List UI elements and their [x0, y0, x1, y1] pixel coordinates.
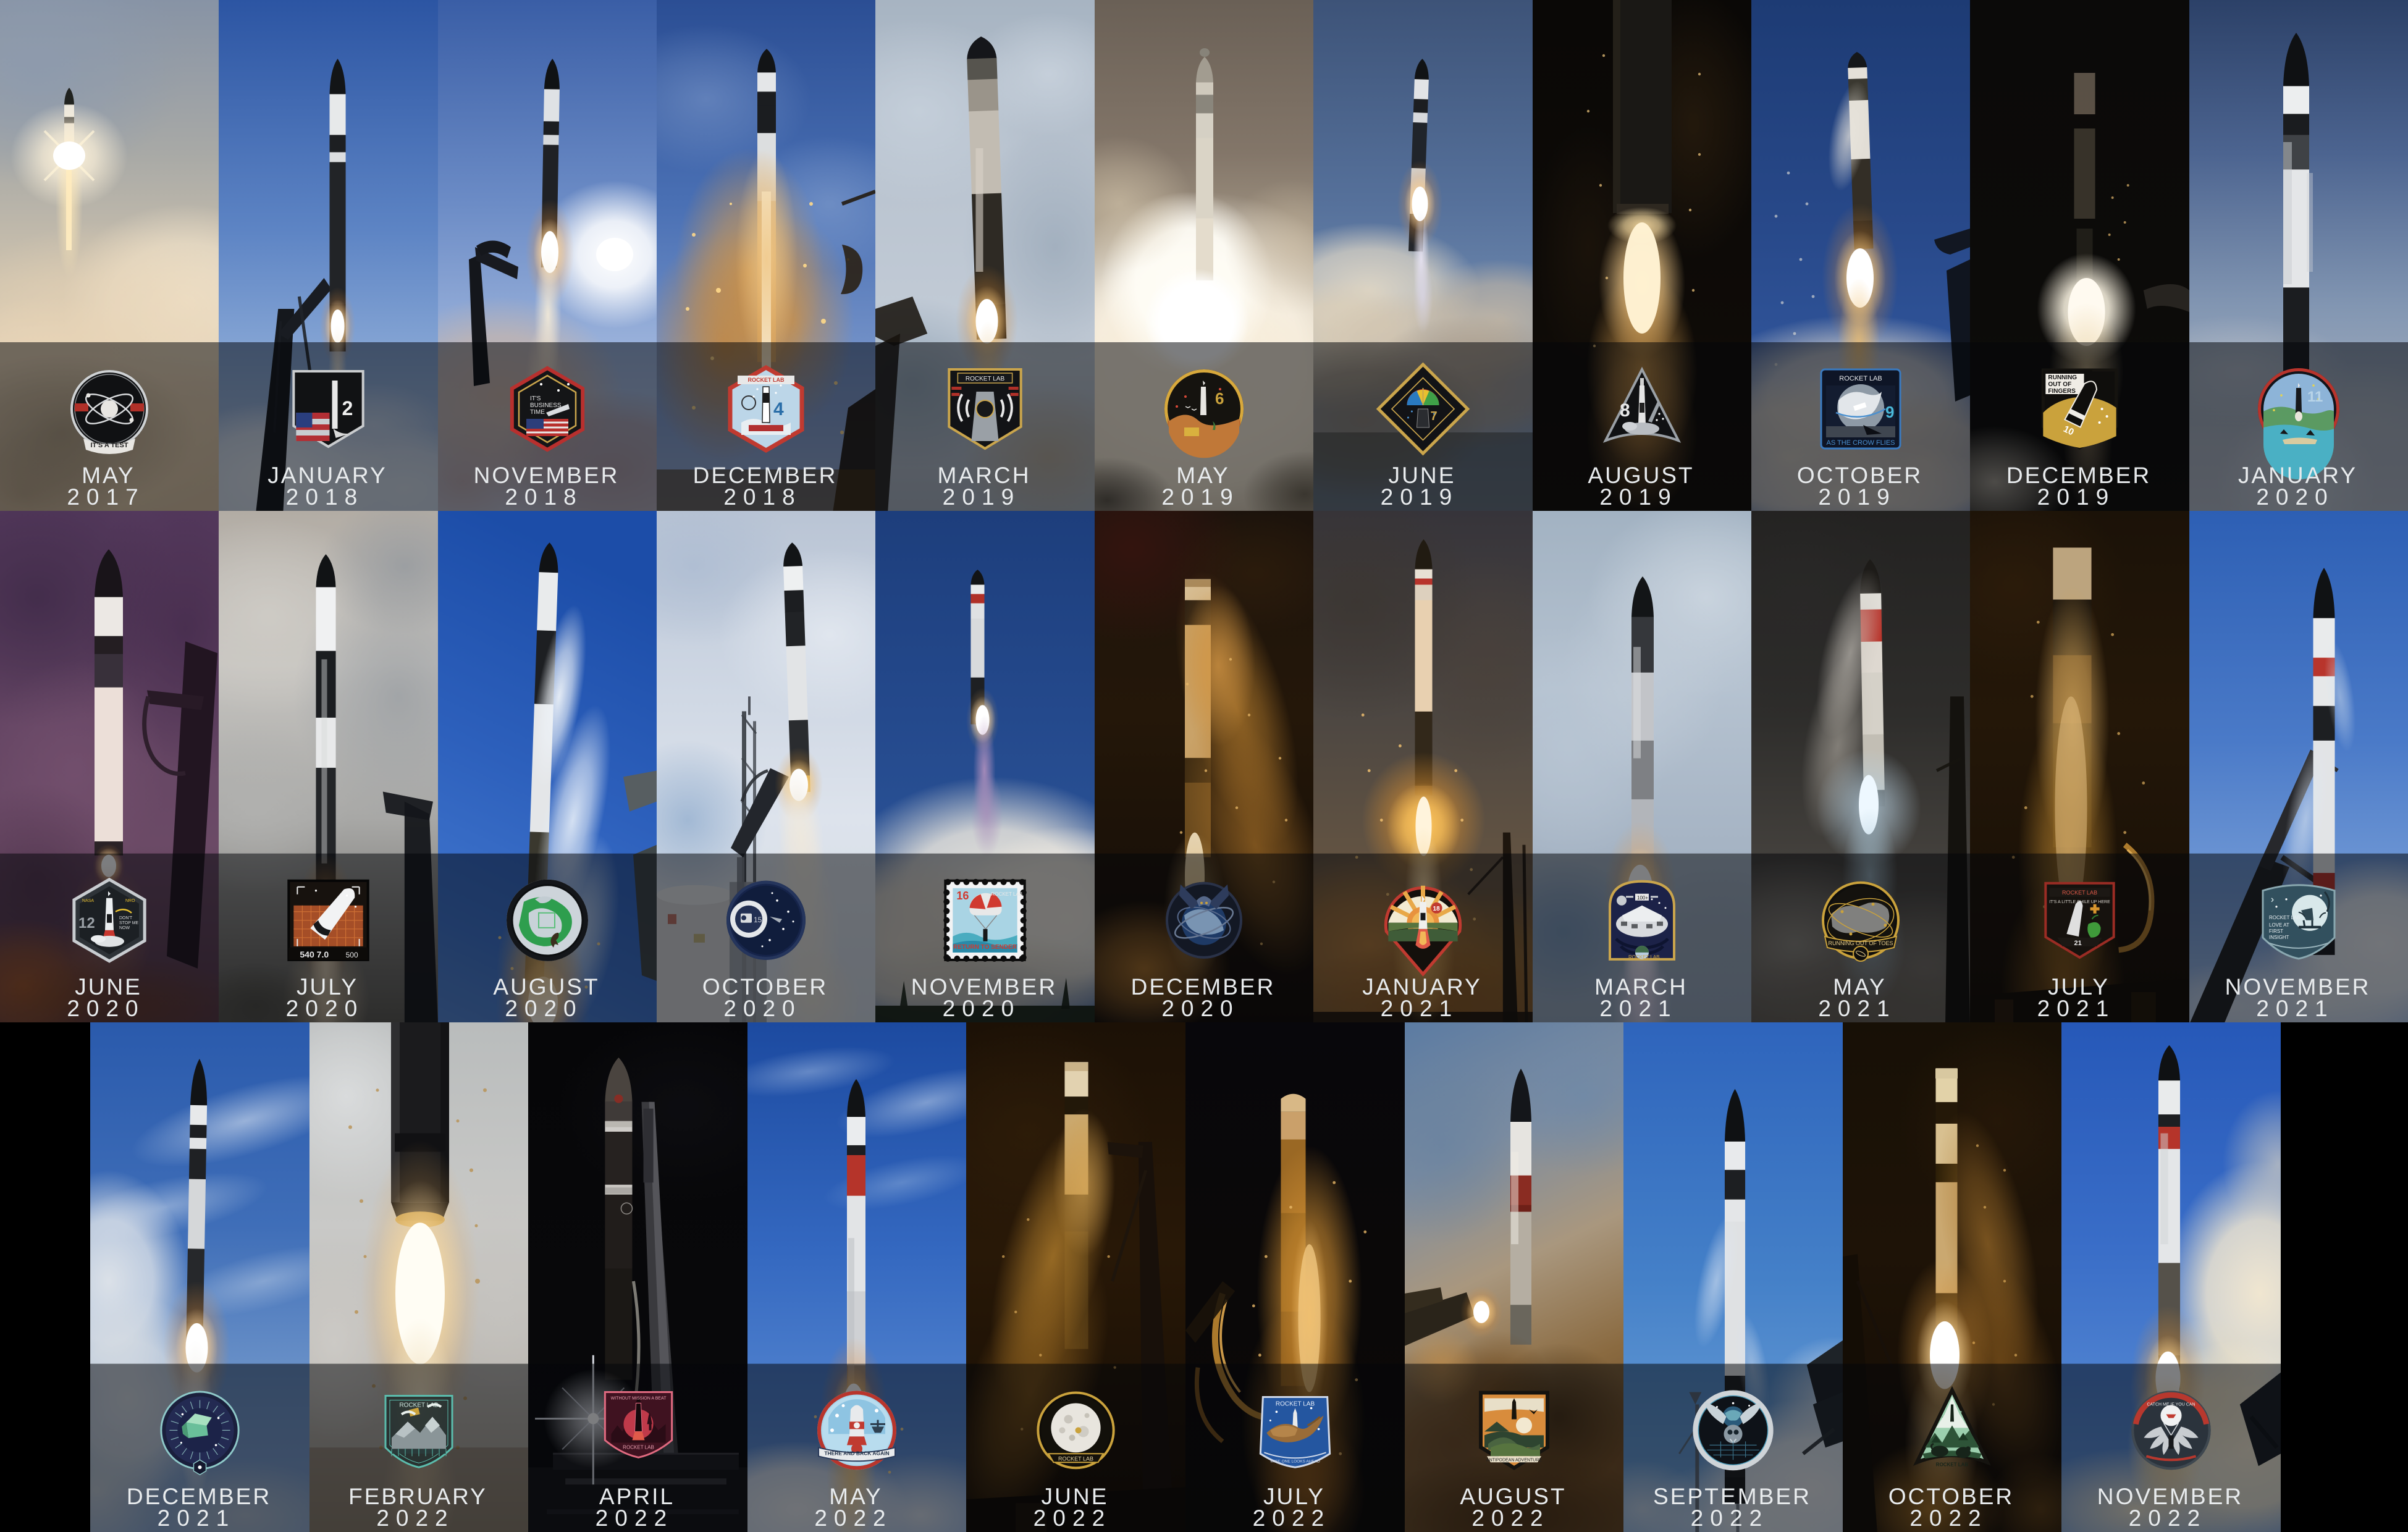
svg-text:2021: 2021 [1381, 995, 1459, 1021]
svg-text:ROCKET LAB: ROCKET LAB [2062, 890, 2097, 896]
svg-text:16: 16 [956, 890, 969, 902]
svg-text:STOP ME: STOP ME [119, 921, 139, 925]
svg-text:ROCKET LAB: ROCKET LAB [1936, 1462, 1969, 1467]
svg-text:TIME: TIME [530, 409, 545, 416]
svg-text:2019: 2019 [1818, 484, 1896, 510]
svg-text:18: 18 [1433, 906, 1441, 912]
svg-text:THERE AND BACK AGAIN: THERE AND BACK AGAIN [824, 1450, 889, 1456]
svg-text:2020: 2020 [943, 995, 1021, 1021]
svg-text:BUSINESS: BUSINESS [530, 402, 562, 409]
svg-text:IT'S: IT'S [530, 395, 541, 402]
svg-text:15: 15 [754, 915, 762, 924]
svg-text:ROCKET LAB: ROCKET LAB [1628, 954, 1660, 960]
svg-text:CATCH ME IF YOU CAN: CATCH ME IF YOU CAN [2147, 1403, 2195, 1407]
svg-text:2020: 2020 [505, 995, 583, 1021]
svg-text:2: 2 [342, 397, 353, 419]
svg-text:WISE ONE LOOKS AHEAD: WISE ONE LOOKS AHEAD [1270, 1459, 1320, 1463]
svg-text:ROCKET LAB: ROCKET LAB [2269, 915, 2301, 920]
svg-text:21: 21 [2074, 940, 2081, 947]
svg-text:2020: 2020 [1161, 995, 1239, 1021]
svg-text:6: 6 [1215, 389, 1224, 408]
svg-text:IT'S A TEST: IT'S A TEST [90, 442, 128, 449]
svg-text:2021: 2021 [2256, 995, 2334, 1021]
svg-text:OUT OF: OUT OF [2048, 381, 2071, 388]
svg-text:540 7.0: 540 7.0 [300, 949, 329, 959]
svg-text:2019: 2019 [2037, 484, 2116, 510]
svg-text:ANTIPODEAN ADVENTURE: ANTIPODEAN ADVENTURE [1486, 1458, 1542, 1462]
svg-text:2018: 2018 [286, 484, 364, 510]
svg-text:NRO: NRO [125, 899, 135, 903]
svg-text:NOW: NOW [119, 926, 130, 930]
svg-text:ROCKET LAB: ROCKET LAB [1276, 1401, 1315, 1408]
svg-text:11: 11 [2307, 389, 2323, 405]
svg-text:2020: 2020 [2256, 484, 2334, 510]
svg-text:8: 8 [1620, 400, 1630, 421]
svg-text:2021: 2021 [2037, 995, 2116, 1021]
svg-text:2022: 2022 [1034, 1505, 1112, 1531]
svg-text:ROCKET LAB: ROCKET LAB [966, 376, 1005, 382]
svg-text:ROCKET LAB: ROCKET LAB [1058, 1455, 1093, 1462]
svg-text:2020: 2020 [286, 995, 364, 1021]
svg-text:ROCKET LAB: ROCKET LAB [991, 891, 1023, 897]
svg-text:2022: 2022 [1909, 1505, 1987, 1531]
svg-text:AS THE CROW FLIES: AS THE CROW FLIES [1826, 439, 1895, 447]
svg-text:2017: 2017 [67, 484, 145, 510]
svg-text:WITHOUT MISSION A BEAT: WITHOUT MISSION A BEAT [611, 1397, 667, 1401]
svg-text:500: 500 [346, 951, 358, 959]
svg-text:ROCKET LAB: ROCKET LAB [1839, 375, 1882, 382]
svg-text:2019: 2019 [1161, 484, 1239, 510]
svg-text:DON'T: DON'T [119, 916, 133, 920]
svg-text:9: 9 [1885, 403, 1894, 421]
svg-text:FIRST: FIRST [2269, 928, 2283, 934]
svg-text:ROCKET LAB: ROCKET LAB [748, 377, 785, 383]
svg-text:2022: 2022 [1253, 1505, 1331, 1531]
svg-text:2019: 2019 [943, 484, 1021, 510]
svg-text:NASA: NASA [82, 899, 94, 903]
svg-text:2022: 2022 [814, 1505, 892, 1531]
svg-text:2022: 2022 [1471, 1505, 1549, 1531]
svg-text:2019: 2019 [1381, 484, 1459, 510]
svg-text:2021: 2021 [1599, 995, 1677, 1021]
svg-text:2022: 2022 [1691, 1505, 1769, 1531]
svg-text:2022: 2022 [2129, 1505, 2207, 1531]
svg-text:4: 4 [773, 399, 784, 419]
svg-text:12: 12 [78, 915, 95, 932]
svg-text:LOVE AT: LOVE AT [2269, 922, 2289, 928]
svg-text:100+: 100+ [1637, 895, 1648, 901]
svg-text:INSIGHT: INSIGHT [2269, 935, 2289, 940]
svg-text:RETURN TO SENDER: RETURN TO SENDER [953, 944, 1017, 951]
svg-text:2019: 2019 [1599, 484, 1677, 510]
svg-text:ROCKET LAB: ROCKET LAB [623, 1444, 654, 1450]
svg-text:2020: 2020 [723, 995, 801, 1021]
svg-text:2022: 2022 [596, 1505, 674, 1531]
svg-text:2018: 2018 [723, 484, 801, 510]
svg-text:2021: 2021 [1818, 995, 1896, 1021]
svg-text:2018: 2018 [505, 484, 583, 510]
svg-text:7: 7 [1431, 410, 1438, 423]
svg-text:2020: 2020 [67, 995, 145, 1021]
svg-text:RUNNING: RUNNING [2048, 374, 2077, 381]
svg-text:2022: 2022 [376, 1505, 454, 1531]
svg-text:2021: 2021 [158, 1505, 236, 1531]
svg-text:FINGERS: FINGERS [2048, 388, 2076, 395]
svg-text:RUNNING OUT OF TOES: RUNNING OUT OF TOES [1829, 940, 1893, 946]
